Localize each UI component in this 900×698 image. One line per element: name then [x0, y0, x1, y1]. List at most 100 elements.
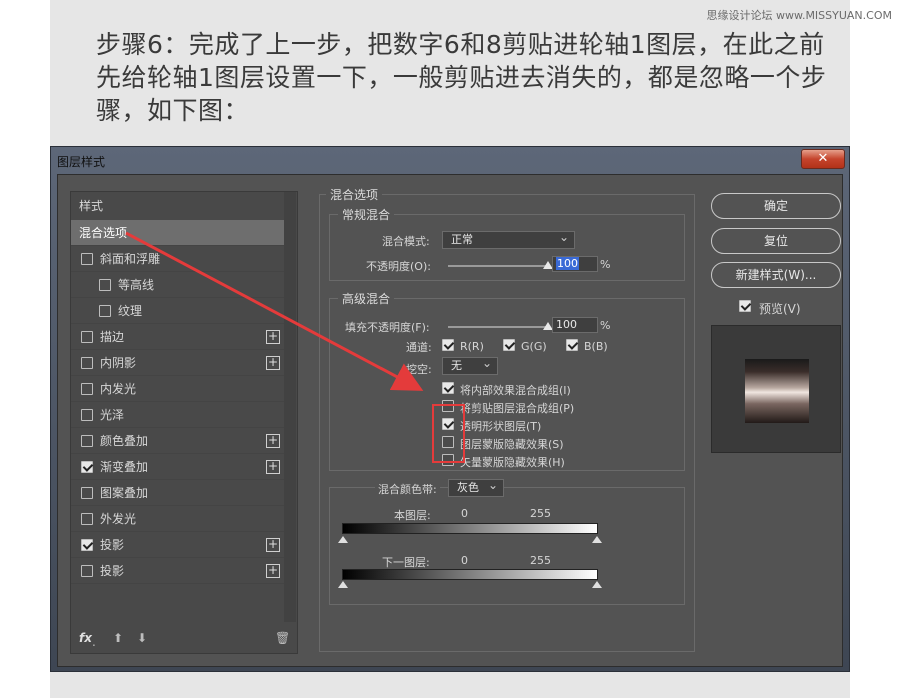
style-item-label: 内阴影 — [100, 356, 137, 370]
advanced-option-label: 透明形状图层(T) — [460, 420, 542, 433]
style-item[interactable]: 图案叠加 — [71, 480, 285, 506]
this-layer-black-stop[interactable] — [338, 536, 348, 543]
style-item-checkbox[interactable] — [81, 461, 93, 473]
style-item-checkbox[interactable] — [81, 565, 93, 577]
style-item-checkbox[interactable] — [81, 331, 93, 343]
this-layer-label: 本图层: — [394, 509, 431, 522]
general-blending-title: 常规混合 — [338, 206, 395, 223]
channel-r-checkbox[interactable] — [442, 339, 454, 351]
styles-list: 样式 混合选项斜面和浮雕等高线纹理描边 + 内阴影 + 内发光光泽 颜色叠加 + 渐变叠加 + 图… — [71, 192, 285, 584]
opacity-unit: % — [600, 258, 611, 271]
style-item-checkbox[interactable] — [81, 357, 93, 369]
annotation-highlight-box — [432, 404, 465, 463]
new-style-button[interactable]: 新建样式(W)... — [711, 262, 841, 288]
styles-panel: 样式 混合选项斜面和浮雕等高线纹理描边 + 内阴影 + 内发光光泽 颜色叠加 + 渐变叠加 + 图… — [70, 191, 298, 654]
titlebar: 图层样式 ✕ — [51, 147, 849, 173]
layer-style-dialog: 图层样式 ✕ 样式 混合选项斜面和浮雕等高线纹理描边 + 内阴影 + 内发光光泽 颜色叠加… — [50, 146, 850, 672]
fx-icon[interactable]: fx — [79, 631, 92, 645]
fill-opacity-unit: % — [600, 319, 611, 332]
style-item-label: 纹理 — [118, 304, 143, 318]
blending-options-group: 混合选项 常规混合 混合模式: 正常 不透明度(O): 100 % 高级混合 填… — [319, 186, 695, 652]
opacity-input[interactable]: 100 — [552, 256, 598, 272]
style-item[interactable]: 纹理 — [71, 298, 285, 324]
style-item-checkbox[interactable] — [81, 409, 93, 421]
this-layer-max: 255 — [530, 507, 551, 520]
styles-scrollbar[interactable] — [284, 192, 296, 622]
preview-label: 预览(V) — [759, 302, 801, 316]
opacity-label: 不透明度(O): — [366, 260, 431, 273]
under-layer-black-stop[interactable] — [338, 581, 348, 588]
under-layer-max: 255 — [530, 554, 551, 567]
move-up-icon[interactable]: ⬆ — [113, 631, 123, 645]
blend-mode-label: 混合模式: — [382, 235, 430, 248]
style-item-checkbox[interactable] — [81, 513, 93, 525]
this-layer-min: 0 — [461, 507, 468, 520]
add-style-icon[interactable]: + — [266, 564, 280, 578]
style-item-checkbox[interactable] — [81, 435, 93, 447]
advanced-option-label: 将内部效果混合成组(I) — [460, 384, 571, 397]
style-item[interactable]: 斜面和浮雕 — [71, 246, 285, 272]
instruction-text: 步骤6：完成了上一步，把数字6和8剪贴进轮轴1图层，在此之前先给轮轴1图层设置一… — [96, 30, 827, 125]
move-down-icon[interactable]: ⬇ — [137, 631, 147, 645]
style-item[interactable]: 内阴影 + — [71, 350, 285, 376]
add-style-icon[interactable]: + — [266, 434, 280, 448]
fill-opacity-input[interactable]: 100 — [552, 317, 598, 333]
blend-if-value: 灰色 — [457, 481, 479, 494]
fx-toolbar: fx . ⬆ ⬇ 🗑 — [71, 623, 297, 653]
style-item-label: 投影 — [100, 538, 125, 552]
add-style-icon[interactable]: + — [266, 538, 280, 552]
under-layer-white-stop[interactable] — [592, 581, 602, 588]
advanced-option-checkbox[interactable] — [442, 382, 454, 394]
close-button[interactable]: ✕ — [801, 149, 845, 169]
channel-b-label: B(B) — [584, 340, 608, 353]
this-layer-white-stop[interactable] — [592, 536, 602, 543]
opacity-slider[interactable] — [448, 261, 553, 269]
style-item[interactable]: 等高线 — [71, 272, 285, 298]
fill-opacity-label: 填充不透明度(F): — [345, 321, 430, 334]
style-item[interactable]: 渐变叠加 + — [71, 454, 285, 480]
style-item-checkbox[interactable] — [99, 305, 111, 317]
style-item[interactable]: 颜色叠加 + — [71, 428, 285, 454]
style-item[interactable]: 描边 + — [71, 324, 285, 350]
blend-if-label: 混合颜色带: — [375, 481, 440, 497]
style-item-label: 混合选项 — [79, 226, 128, 240]
knockout-select[interactable]: 无 — [442, 355, 498, 375]
reset-button[interactable]: 复位 — [711, 228, 841, 254]
fill-opacity-slider[interactable] — [448, 322, 553, 330]
style-item[interactable]: 内发光 — [71, 376, 285, 402]
watermark: 思缘设计论坛 www.MISSYUAN.COM — [706, 9, 892, 22]
under-layer-label: 下一图层: — [382, 556, 430, 569]
dialog-client: 样式 混合选项斜面和浮雕等高线纹理描边 + 内阴影 + 内发光光泽 颜色叠加 + 渐变叠加 + 图… — [57, 174, 843, 667]
channel-g-checkbox[interactable] — [503, 339, 515, 351]
general-blending-group: 常规混合 混合模式: 正常 不透明度(O): 100 % — [329, 206, 685, 281]
ok-button[interactable]: 确定 — [711, 193, 841, 219]
style-item-checkbox[interactable] — [99, 279, 111, 291]
style-item[interactable]: 投影 + — [71, 532, 285, 558]
style-item-label: 渐变叠加 — [100, 460, 149, 474]
under-layer-gradient — [342, 569, 598, 580]
this-layer-gradient — [342, 523, 598, 534]
preview-checkbox[interactable] — [739, 300, 751, 312]
channel-b-checkbox[interactable] — [566, 339, 578, 351]
style-item-checkbox[interactable] — [81, 253, 93, 265]
add-style-icon[interactable]: + — [266, 330, 280, 344]
style-item-checkbox[interactable] — [81, 539, 93, 551]
style-item[interactable]: 混合选项 — [71, 220, 285, 246]
style-item-checkbox[interactable] — [81, 383, 93, 395]
blend-if-select[interactable]: 灰色 — [448, 477, 504, 497]
style-item-checkbox[interactable] — [81, 487, 93, 499]
style-item-label: 斜面和浮雕 — [100, 252, 161, 266]
blend-mode-select[interactable]: 正常 — [442, 229, 575, 249]
style-item[interactable]: 外发光 — [71, 506, 285, 532]
add-style-icon[interactable]: + — [266, 356, 280, 370]
style-item-label: 内发光 — [100, 382, 137, 396]
trash-icon[interactable]: 🗑 — [275, 631, 290, 645]
style-item-label: 外发光 — [100, 512, 137, 526]
styles-header[interactable]: 样式 — [71, 192, 285, 220]
style-item[interactable]: 投影 + — [71, 558, 285, 584]
channel-g-label: G(G) — [521, 340, 547, 353]
style-item[interactable]: 光泽 — [71, 402, 285, 428]
advanced-blending-group: 高级混合 填充不透明度(F): 100 % 通道: R(R) G(G) B(B)… — [329, 290, 685, 471]
opacity-value: 100 — [556, 257, 579, 270]
add-style-icon[interactable]: + — [266, 460, 280, 474]
